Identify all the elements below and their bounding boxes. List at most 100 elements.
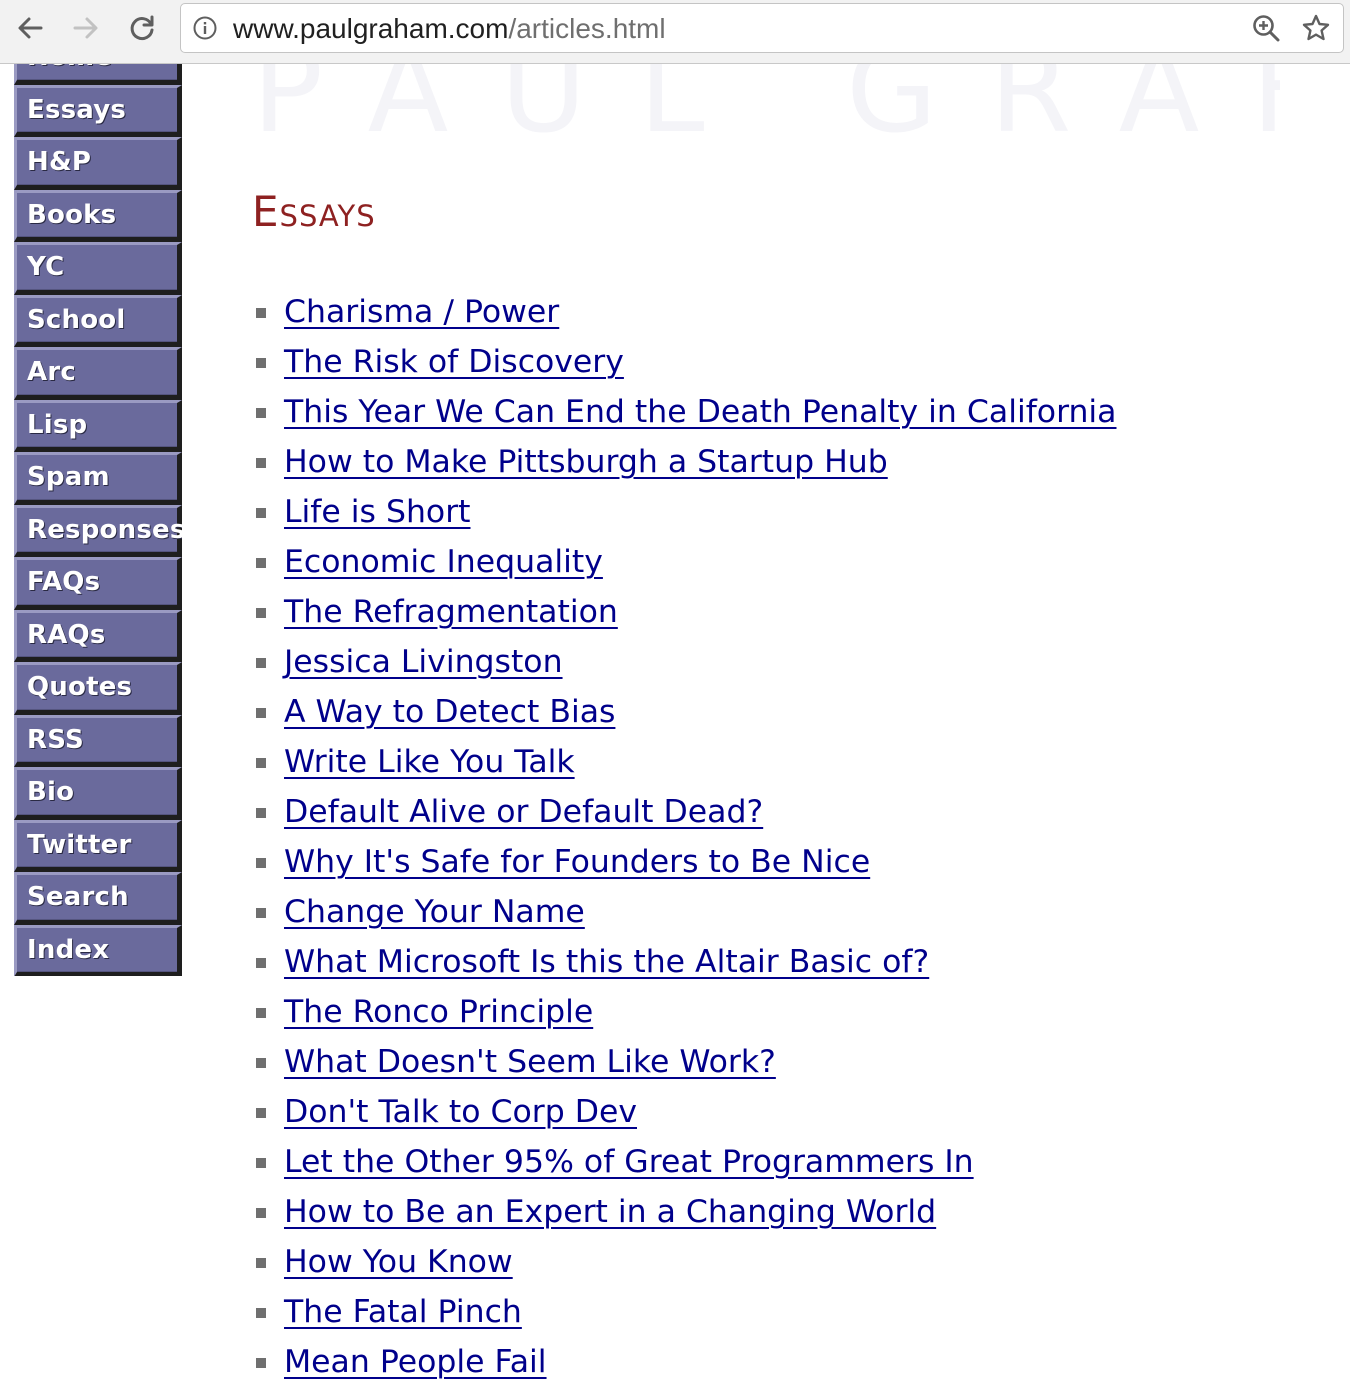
nav-button-faqs[interactable]: FAQs xyxy=(14,557,182,610)
essay-list: Charisma / Power The Risk of Discovery Thi… xyxy=(252,288,1117,1388)
essay-link[interactable]: Let the Other 95% of Great Programmers I… xyxy=(284,1144,974,1180)
url-path: /articles.html xyxy=(508,13,666,44)
square-bullet-icon xyxy=(256,508,266,518)
list-item: How You Know xyxy=(252,1238,1117,1288)
square-bullet-icon xyxy=(256,458,266,468)
nav-button-label: Spam xyxy=(27,462,110,492)
browser-toolbar: www.paulgraham.com/articles.html xyxy=(0,0,1350,64)
nav-button-label: RAQs xyxy=(27,619,106,650)
essay-link[interactable]: The Risk of Discovery xyxy=(284,344,624,380)
nav-button-label: Essays xyxy=(27,94,127,125)
essay-link[interactable]: Change Your Name xyxy=(284,894,585,930)
nav-button-bio[interactable]: Bio xyxy=(14,767,182,820)
nav-button-arc[interactable]: Arc xyxy=(14,347,182,400)
list-item: The Fatal Pinch xyxy=(252,1288,1117,1338)
nav-button-twitter[interactable]: Twitter xyxy=(14,819,182,872)
essay-link[interactable]: How You Know xyxy=(284,1244,513,1280)
list-item: Economic Inequality xyxy=(252,538,1117,588)
url-text[interactable]: www.paulgraham.com/articles.html xyxy=(233,13,666,45)
list-item: The Risk of Discovery xyxy=(252,338,1117,388)
essay-link[interactable]: The Fatal Pinch xyxy=(284,1294,522,1330)
info-icon[interactable] xyxy=(193,16,217,40)
nav-button-label: Arc xyxy=(27,357,76,387)
url-host: www.paulgraham.com xyxy=(233,13,509,44)
square-bullet-icon xyxy=(256,1158,266,1168)
nav-button-label: YC xyxy=(27,252,65,282)
nav-button-rss[interactable]: RSS xyxy=(14,714,182,767)
list-item: Write Like You Talk xyxy=(252,738,1117,788)
essay-link[interactable]: Economic Inequality xyxy=(284,544,603,580)
list-item: Mean People Fail xyxy=(252,1338,1117,1388)
reload-icon xyxy=(130,15,154,40)
page-title: Essays xyxy=(252,187,376,236)
essay-link[interactable]: Why It's Safe for Founders to Be Nice xyxy=(284,844,870,880)
list-item: The Refragmentation xyxy=(252,588,1117,638)
arrow-right-icon xyxy=(73,17,98,39)
essay-link[interactable]: The Refragmentation xyxy=(284,594,618,630)
square-bullet-icon xyxy=(256,658,266,668)
zoom-in-icon[interactable] xyxy=(1251,13,1281,43)
essay-link[interactable]: What Doesn't Seem Like Work? xyxy=(284,1044,776,1080)
essay-link[interactable]: The Ronco Principle xyxy=(284,994,593,1030)
square-bullet-icon xyxy=(256,1108,266,1118)
forward-button[interactable] xyxy=(68,10,104,46)
nav-button-label: Index xyxy=(27,934,110,965)
star-icon[interactable] xyxy=(1301,13,1331,43)
list-item: Life is Short xyxy=(252,488,1117,538)
nav-button-label: Bio xyxy=(27,777,75,807)
list-item: Default Alive or Default Dead? xyxy=(252,788,1117,838)
back-button[interactable] xyxy=(12,10,48,46)
nav-button-essays[interactable]: Essays xyxy=(14,84,182,137)
square-bullet-icon xyxy=(256,1208,266,1218)
nav-button-raqs[interactable]: RAQs xyxy=(14,609,182,662)
nav-button-search[interactable]: Search xyxy=(14,872,182,925)
square-bullet-icon xyxy=(256,708,266,718)
square-bullet-icon xyxy=(256,308,266,318)
nav-button-lisp[interactable]: Lisp xyxy=(14,399,182,452)
list-item: How to Make Pittsburgh a Startup Hub xyxy=(252,438,1117,488)
nav-button-label: School xyxy=(27,304,126,335)
essay-link[interactable]: How to Be an Expert in a Changing World xyxy=(284,1194,936,1230)
nav-button-yc[interactable]: YC xyxy=(14,242,182,295)
square-bullet-icon xyxy=(256,1358,266,1368)
nav-button-school[interactable]: School xyxy=(14,294,182,347)
square-bullet-icon xyxy=(256,558,266,568)
nav-button-label: Responses xyxy=(27,514,182,545)
list-item: A Way to Detect Bias xyxy=(252,688,1117,738)
list-item: Jessica Livingston xyxy=(252,638,1117,688)
nav-button-spam[interactable]: Spam xyxy=(14,452,182,505)
reload-button[interactable] xyxy=(124,10,160,46)
essay-link[interactable]: Life is Short xyxy=(284,494,471,530)
essay-link[interactable]: Don't Talk to Corp Dev xyxy=(284,1094,637,1130)
arrow-left-icon xyxy=(18,17,43,39)
nav-list: Home Essays H&P Books YC School Arc Lisp Spam Res… xyxy=(14,64,182,976)
essay-link[interactable]: How to Make Pittsburgh a Startup Hub xyxy=(284,444,888,480)
square-bullet-icon xyxy=(256,1308,266,1318)
nav-button-responses[interactable]: Responses xyxy=(14,504,182,557)
essay-link[interactable]: Charisma / Power xyxy=(284,294,559,330)
nav-button-index[interactable]: Index xyxy=(14,924,182,976)
nav-button-home[interactable]: Home xyxy=(14,64,182,85)
address-bar[interactable]: www.paulgraham.com/articles.html xyxy=(180,3,1344,53)
essay-link[interactable]: Mean People Fail xyxy=(284,1344,547,1380)
essay-link[interactable]: Default Alive or Default Dead? xyxy=(284,794,763,830)
nav-button-label: Search xyxy=(27,882,129,912)
essay-link[interactable]: Jessica Livingston xyxy=(284,644,563,680)
essay-link[interactable]: What Microsoft Is this the Altair Basic … xyxy=(284,944,929,980)
square-bullet-icon xyxy=(256,1258,266,1268)
essay-link[interactable]: Write Like You Talk xyxy=(284,744,575,780)
nav-button-books[interactable]: Books xyxy=(14,189,182,242)
nav-button-h-p[interactable]: H&P xyxy=(14,137,182,190)
essay-link[interactable]: This Year We Can End the Death Penalty i… xyxy=(284,394,1117,430)
nav-button-label: Twitter xyxy=(27,829,132,860)
list-item: What Doesn't Seem Like Work? xyxy=(252,1038,1117,1088)
nav-button-label: FAQs xyxy=(27,567,101,597)
essay-link[interactable]: A Way to Detect Bias xyxy=(284,694,615,730)
site-banner: PAUL GRAHAM xyxy=(252,64,1280,140)
square-bullet-icon xyxy=(256,408,266,418)
list-item: The Ronco Principle xyxy=(252,988,1117,1038)
nav-button-label: H&P xyxy=(27,147,92,177)
nav-button-quotes[interactable]: Quotes xyxy=(14,662,182,715)
list-item: Don't Talk to Corp Dev xyxy=(252,1088,1117,1138)
square-bullet-icon xyxy=(256,608,266,618)
